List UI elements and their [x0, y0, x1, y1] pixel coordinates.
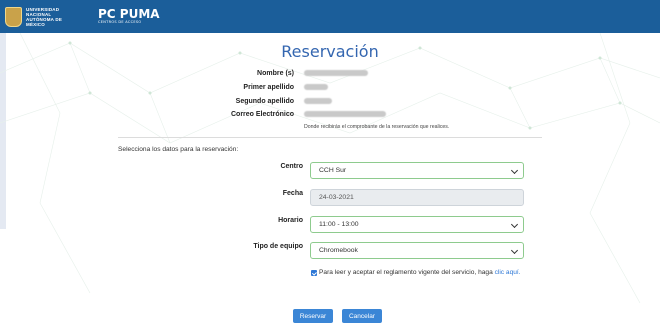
centro-label: Centro — [280, 163, 303, 170]
email-note: Donde recibirás el comprobante de la res… — [304, 124, 450, 130]
form-subheading: Selecciona los datos para la reservación… — [118, 146, 239, 153]
terms-link[interactable]: clic aquí. — [495, 269, 521, 276]
reservar-button[interactable]: Reservar — [293, 309, 333, 323]
university-line-1: UNIVERSIDAD NACIONAL — [26, 6, 60, 17]
university-line-2: AUTÓNOMA DE MÉXICO — [26, 16, 63, 27]
first-surname-row: Primer apellido — [170, 81, 570, 93]
second-surname-row: Segundo apellido — [170, 95, 570, 107]
pc-puma-logo[interactable]: PC PUMA CENTROS DE ACCESO — [98, 7, 160, 24]
fecha-field: 24-03-2021 — [310, 189, 524, 206]
terms-checkbox[interactable] — [311, 270, 317, 276]
name-label: Nombre (s) — [257, 69, 294, 77]
unam-logo-text: UNIVERSIDAD NACIONAL AUTÓNOMA DE MÉXICO — [26, 7, 80, 27]
page-title: Reservación — [281, 42, 379, 61]
cancelar-button[interactable]: Cancelar — [342, 309, 382, 323]
equipo-label: Tipo de equipo — [253, 243, 303, 250]
first-surname-label: Primer apellido — [243, 83, 294, 91]
email-row: Correo Electrónico — [170, 108, 570, 120]
top-header-bar: UNIVERSIDAD NACIONAL AUTÓNOMA DE MÉXICO … — [0, 0, 660, 33]
name-row: Nombre (s) — [170, 67, 570, 79]
equipo-select[interactable]: Chromebook — [310, 242, 524, 259]
horario-selected-value: 11:00 - 13:00 — [319, 221, 359, 228]
second-surname-value-redacted — [304, 98, 332, 104]
terms-text-body: Para leer y aceptar el reglamento vigent… — [319, 269, 495, 276]
horario-select[interactable]: 11:00 - 13:00 — [310, 216, 524, 233]
centro-select[interactable]: CCH Sur — [310, 162, 524, 179]
fecha-label: Fecha — [282, 190, 303, 197]
centro-selected-value: CCH Sur — [319, 167, 347, 174]
chevron-down-icon — [510, 246, 519, 255]
brand-name: PC PUMA — [98, 7, 160, 21]
email-label: Correo Electrónico — [230, 110, 294, 118]
equipo-selected-value: Chromebook — [319, 247, 358, 254]
second-surname-label: Segundo apellido — [235, 97, 294, 105]
terms-text: Para leer y aceptar el reglamento vigent… — [319, 268, 534, 278]
chevron-down-icon — [510, 166, 519, 175]
section-divider — [118, 137, 542, 138]
name-value-redacted — [304, 70, 368, 76]
horario-label: Horario — [278, 217, 303, 224]
email-value-redacted — [304, 111, 386, 117]
chevron-down-icon — [510, 220, 519, 229]
unam-crest-logo — [5, 6, 22, 27]
first-surname-value-redacted — [304, 84, 328, 90]
fecha-value: 24-03-2021 — [319, 194, 354, 201]
